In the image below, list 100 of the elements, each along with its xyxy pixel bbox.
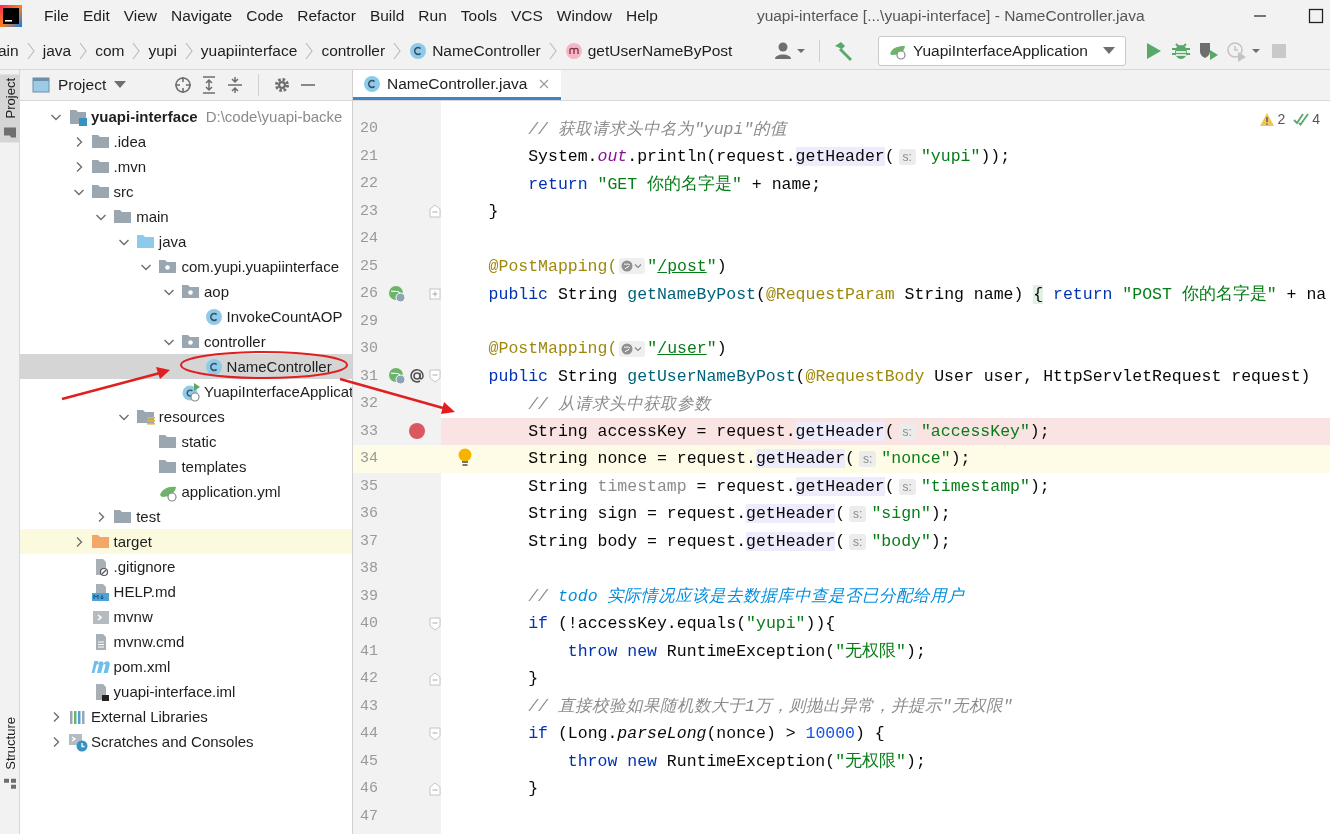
tree-item[interactable]: templates (20, 454, 352, 479)
line-number: 34 (359, 450, 379, 468)
settings-icon[interactable] (273, 76, 292, 94)
app-logo (0, 5, 22, 27)
breadcrumb-item[interactable]: com (95, 41, 125, 60)
tool-window-tab[interactable]: Structure (0, 713, 20, 794)
chevron-icon (131, 40, 142, 61)
chevron-icon (392, 40, 403, 61)
structure-icon (3, 778, 17, 790)
run-configuration-dropdown[interactable]: YuapiInterfaceApplication (878, 35, 1126, 66)
passed-count[interactable]: 4 (1293, 111, 1320, 127)
menu-item[interactable]: Help (619, 7, 665, 25)
fold-marker-icon[interactable] (429, 616, 441, 631)
line-number: 38 (359, 560, 379, 578)
tree-item[interactable]: yuapi-interface D:\code\yuapi-backe (20, 104, 352, 129)
tree-item[interactable]: pom.xml (20, 654, 352, 679)
class-icon (203, 356, 224, 377)
lightbulb-icon[interactable] (457, 448, 473, 468)
menu-item[interactable]: VCS (503, 7, 550, 25)
menu-item[interactable]: Navigate (164, 7, 240, 25)
tree-item[interactable]: target (20, 529, 352, 554)
code-text: "/user") (647, 339, 727, 359)
tree-item[interactable]: Scratches and Consoles (20, 729, 352, 754)
globe-dropdown-icon[interactable] (619, 258, 646, 275)
caret-icon (114, 81, 127, 89)
window-title: yuapi-interface [...\yuapi-interface] - NameController.java (756, 7, 1146, 25)
tree-item[interactable]: test (20, 504, 352, 529)
breadcrumb-item[interactable]: getUserNameByPost (564, 41, 733, 60)
fold-marker-icon[interactable] (429, 781, 441, 796)
tree-item[interactable]: HELP.md (20, 579, 352, 604)
tree-item[interactable]: InvokeCountAOP (20, 304, 352, 329)
globe-dropdown-icon[interactable] (619, 340, 646, 357)
line-number: 41 (359, 642, 379, 660)
fold-marker-icon[interactable] (429, 204, 441, 219)
expand-marker-icon[interactable] (429, 286, 441, 301)
tree-item[interactable]: aop (20, 279, 352, 304)
tree-item[interactable]: java (20, 229, 352, 254)
editor-tab[interactable]: NameController.java (353, 70, 562, 100)
maximize-icon[interactable] (1308, 8, 1324, 24)
menu-item[interactable]: Window (549, 7, 619, 25)
web-endpoint-icon[interactable] (388, 284, 406, 303)
tree-item[interactable]: mvnw (20, 604, 352, 629)
tree-item[interactable]: application.yml (20, 479, 352, 504)
tree-item[interactable]: controller (20, 329, 352, 354)
at-sign-icon[interactable] (408, 367, 426, 386)
breadcrumb-item[interactable]: controller (321, 41, 386, 60)
line-number: 22 (359, 175, 379, 193)
line-number: 39 (359, 587, 379, 605)
code-text: // 获取请求头中名为"yupi"的值 (527, 118, 788, 140)
chevron-icon (547, 40, 558, 61)
menu-item[interactable]: Run (411, 7, 454, 25)
breadcrumb-item[interactable]: java (42, 41, 72, 60)
tree-item[interactable]: .gitignore (20, 554, 352, 579)
line-number: 20 (359, 120, 379, 138)
tree-item[interactable]: com.yupi.yuapiinterface (20, 254, 352, 279)
breakpoint-icon[interactable] (408, 422, 426, 441)
tree-item[interactable]: main (20, 204, 352, 229)
menu-item[interactable]: File (37, 7, 76, 25)
fold-marker-icon[interactable] (429, 726, 441, 741)
tree-item[interactable]: External Libraries (20, 704, 352, 729)
tree-item[interactable]: static (20, 429, 352, 454)
menu-item[interactable]: Code (239, 7, 291, 25)
breadcrumb-item[interactable]: yupi (148, 41, 177, 60)
close-icon[interactable] (539, 78, 550, 89)
tree-item[interactable]: mvnw.cmd (20, 629, 352, 654)
breadcrumb-item[interactable]: NameController (409, 41, 541, 60)
collapse-all-icon[interactable] (226, 76, 245, 94)
line-number: 21 (359, 147, 379, 165)
project-view-dropdown[interactable]: Project (32, 76, 127, 94)
menu-item[interactable]: Build (362, 7, 412, 25)
locate-icon[interactable] (174, 76, 193, 94)
code-text: public String getUserNameByPost(@RequestBody User user, HttpServletRequest request) (487, 366, 1311, 386)
code-text: String timestamp = request.getHeader( s: "timestamp"); (527, 476, 1050, 496)
fold-marker-icon[interactable] (429, 369, 441, 384)
line-number: 46 (359, 780, 379, 798)
menu-item[interactable]: Tools (453, 7, 504, 25)
code-text: } (527, 669, 539, 689)
line-number: 29 (359, 312, 379, 330)
menu-item[interactable]: Edit (76, 7, 117, 25)
tool-window-tab[interactable]: Project (0, 74, 20, 143)
tree-item[interactable]: src (20, 179, 352, 204)
line-number: 45 (359, 752, 379, 770)
window-icon (32, 76, 50, 94)
line-number: 23 (359, 202, 379, 220)
tree-item[interactable]: .idea (20, 129, 352, 154)
tree-item[interactable]: NameController (20, 354, 352, 379)
menu-item[interactable]: View (116, 7, 165, 25)
tree-item[interactable]: yuapi-interface.iml (20, 679, 352, 704)
tree-item[interactable]: .mvn (20, 154, 352, 179)
menu-item[interactable]: Refactor (290, 7, 363, 25)
double-check-icon (1293, 112, 1310, 126)
code-text: "/post") (647, 256, 727, 276)
line-number: 32 (359, 395, 379, 413)
spring-class-icon (181, 381, 201, 402)
fold-marker-icon[interactable] (429, 671, 441, 686)
breadcrumb-item[interactable]: yuapiinterface (200, 41, 298, 60)
warning-count[interactable]: 2 (1260, 111, 1286, 127)
code-text: public String getNameByPost(@RequestParam String name) { return "POST 你的名字是" + na (487, 283, 1327, 305)
maven-icon (90, 659, 111, 674)
tree-item[interactable]: resources (20, 404, 352, 429)
